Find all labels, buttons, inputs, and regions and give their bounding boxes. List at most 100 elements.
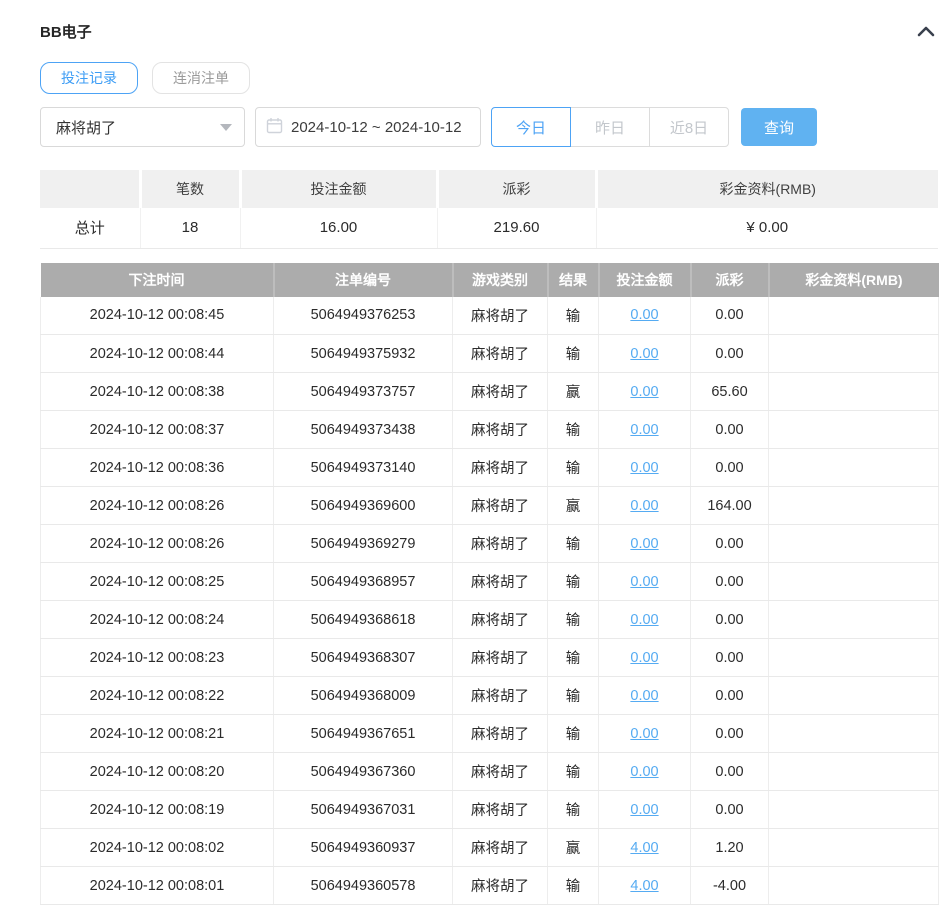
chevron-up-icon (916, 26, 936, 41)
bet-amount-link[interactable]: 0.00 (630, 536, 658, 552)
cell-game-type: 麻将胡了 (453, 601, 548, 639)
summary-header-bonus: 彩金资料(RMB) (596, 170, 938, 208)
bet-amount-link[interactable]: 0.00 (630, 384, 658, 400)
bet-amount-link[interactable]: 0.00 (630, 422, 658, 438)
bet-amount-link[interactable]: 0.00 (630, 764, 658, 780)
cell-result: 输 (548, 867, 599, 905)
summary-header-payout: 派彩 (437, 170, 596, 208)
cell-bet-amount: 0.00 (599, 373, 691, 411)
cell-bet-amount: 0.00 (599, 715, 691, 753)
table-row: 2024-10-12 00:08:44 5064949375932 麻将胡了 输… (41, 335, 939, 373)
table-row: 2024-10-12 00:08:24 5064949368618 麻将胡了 输… (41, 601, 939, 639)
today-button[interactable]: 今日 (491, 107, 571, 147)
cell-bet-time: 2024-10-12 00:08:37 (41, 411, 274, 449)
bet-amount-link[interactable]: 0.00 (630, 346, 658, 362)
cell-result: 输 (548, 449, 599, 487)
cell-bonus (769, 487, 939, 525)
cell-result: 输 (548, 753, 599, 791)
cell-bet-time: 2024-10-12 00:08:25 (41, 563, 274, 601)
cell-game-type: 麻将胡了 (453, 791, 548, 829)
cell-order-no: 5064949368307 (274, 639, 453, 677)
cell-bet-time: 2024-10-12 00:08:26 (41, 525, 274, 563)
date-range-input[interactable]: 2024-10-12 ~ 2024-10-12 (255, 107, 481, 147)
cell-order-no: 5064949373140 (274, 449, 453, 487)
cell-result: 赢 (548, 829, 599, 867)
cell-bonus (769, 639, 939, 677)
cell-bet-time: 2024-10-12 00:08:24 (41, 601, 274, 639)
summary-total-count: 18 (140, 208, 240, 248)
table-body: 2024-10-12 00:08:45 5064949376253 麻将胡了 输… (41, 297, 939, 905)
page-title: BB电子 (40, 21, 92, 42)
cell-bet-time: 2024-10-12 00:08:02 (41, 829, 274, 867)
table-row: 2024-10-12 00:08:22 5064949368009 麻将胡了 输… (41, 677, 939, 715)
bet-amount-link[interactable]: 0.00 (630, 802, 658, 818)
bet-amount-link[interactable]: 0.00 (630, 612, 658, 628)
collapse-button[interactable] (914, 22, 938, 40)
cell-result: 输 (548, 525, 599, 563)
col-header-game-type: 游戏类别 (453, 263, 548, 297)
calendar-icon (266, 117, 283, 138)
cell-bet-amount: 0.00 (599, 297, 691, 335)
table-row: 2024-10-12 00:08:01 5064949360578 麻将胡了 输… (41, 867, 939, 905)
yesterday-button[interactable]: 昨日 (570, 107, 650, 147)
bet-amount-link[interactable]: 0.00 (630, 726, 658, 742)
summary-header-bet-amount: 投注金额 (240, 170, 437, 208)
cell-payout: 1.20 (691, 829, 769, 867)
col-header-order-no: 注单编号 (274, 263, 453, 297)
table-row: 2024-10-12 00:08:37 5064949373438 麻将胡了 输… (41, 411, 939, 449)
tab-cancel-orders[interactable]: 连消注单 (152, 62, 250, 94)
cell-bet-amount: 0.00 (599, 449, 691, 487)
cell-order-no: 5064949368009 (274, 677, 453, 715)
cell-result: 输 (548, 791, 599, 829)
last8days-button[interactable]: 近8日 (649, 107, 729, 147)
table-row: 2024-10-12 00:08:20 5064949367360 麻将胡了 输… (41, 753, 939, 791)
bet-amount-link[interactable]: 4.00 (630, 840, 658, 856)
query-button[interactable]: 查询 (741, 108, 817, 146)
cell-bet-time: 2024-10-12 00:08:38 (41, 373, 274, 411)
cell-order-no: 5064949376253 (274, 297, 453, 335)
cell-order-no: 5064949373757 (274, 373, 453, 411)
summary-header-count: 笔数 (140, 170, 240, 208)
bet-amount-link[interactable]: 0.00 (630, 498, 658, 514)
table-row: 2024-10-12 00:08:21 5064949367651 麻将胡了 输… (41, 715, 939, 753)
cell-bet-time: 2024-10-12 00:08:45 (41, 297, 274, 335)
cell-order-no: 5064949375932 (274, 335, 453, 373)
cell-bonus (769, 449, 939, 487)
record-tabs: 投注记录 连消注单 (40, 62, 938, 94)
cell-payout: -4.00 (691, 867, 769, 905)
col-header-result: 结果 (548, 263, 599, 297)
cell-bonus (769, 563, 939, 601)
cell-result: 赢 (548, 487, 599, 525)
summary-header-blank (40, 170, 140, 208)
bet-amount-link[interactable]: 0.00 (630, 307, 658, 323)
bet-amount-link[interactable]: 0.00 (630, 574, 658, 590)
cell-bet-amount: 0.00 (599, 335, 691, 373)
bet-amount-link[interactable]: 0.00 (630, 650, 658, 666)
cell-bonus (769, 525, 939, 563)
bet-amount-link[interactable]: 0.00 (630, 688, 658, 704)
game-select[interactable]: 麻将胡了 (40, 107, 245, 147)
cell-order-no: 5064949360937 (274, 829, 453, 867)
cell-bonus (769, 335, 939, 373)
cell-bonus (769, 601, 939, 639)
bet-amount-link[interactable]: 4.00 (630, 878, 658, 894)
summary-total-label: 总计 (40, 208, 140, 248)
bet-history-panel: BB电子 投注记录 连消注单 麻将胡了 2024-10-12 ~ 2024-10… (0, 0, 952, 905)
filter-bar: 麻将胡了 2024-10-12 ~ 2024-10-12 今日 昨日 近8日 查… (40, 107, 938, 147)
cell-bonus (769, 829, 939, 867)
cell-order-no: 5064949369279 (274, 525, 453, 563)
summary-total-bonus: ¥ 0.00 (596, 208, 938, 248)
cell-result: 输 (548, 335, 599, 373)
cell-game-type: 麻将胡了 (453, 715, 548, 753)
cell-bet-amount: 0.00 (599, 639, 691, 677)
summary-header-row: 笔数 投注金额 派彩 彩金资料(RMB) (40, 170, 938, 208)
cell-order-no: 5064949360578 (274, 867, 453, 905)
cell-game-type: 麻将胡了 (453, 373, 548, 411)
summary-total-row: 总计 18 16.00 219.60 ¥ 0.00 (40, 208, 938, 248)
cell-bet-amount: 0.00 (599, 487, 691, 525)
tab-bet-records[interactable]: 投注记录 (40, 62, 138, 94)
cell-bet-time: 2024-10-12 00:08:20 (41, 753, 274, 791)
col-header-bet-time: 下注时间 (41, 263, 274, 297)
chevron-down-icon (220, 124, 232, 131)
bet-amount-link[interactable]: 0.00 (630, 460, 658, 476)
